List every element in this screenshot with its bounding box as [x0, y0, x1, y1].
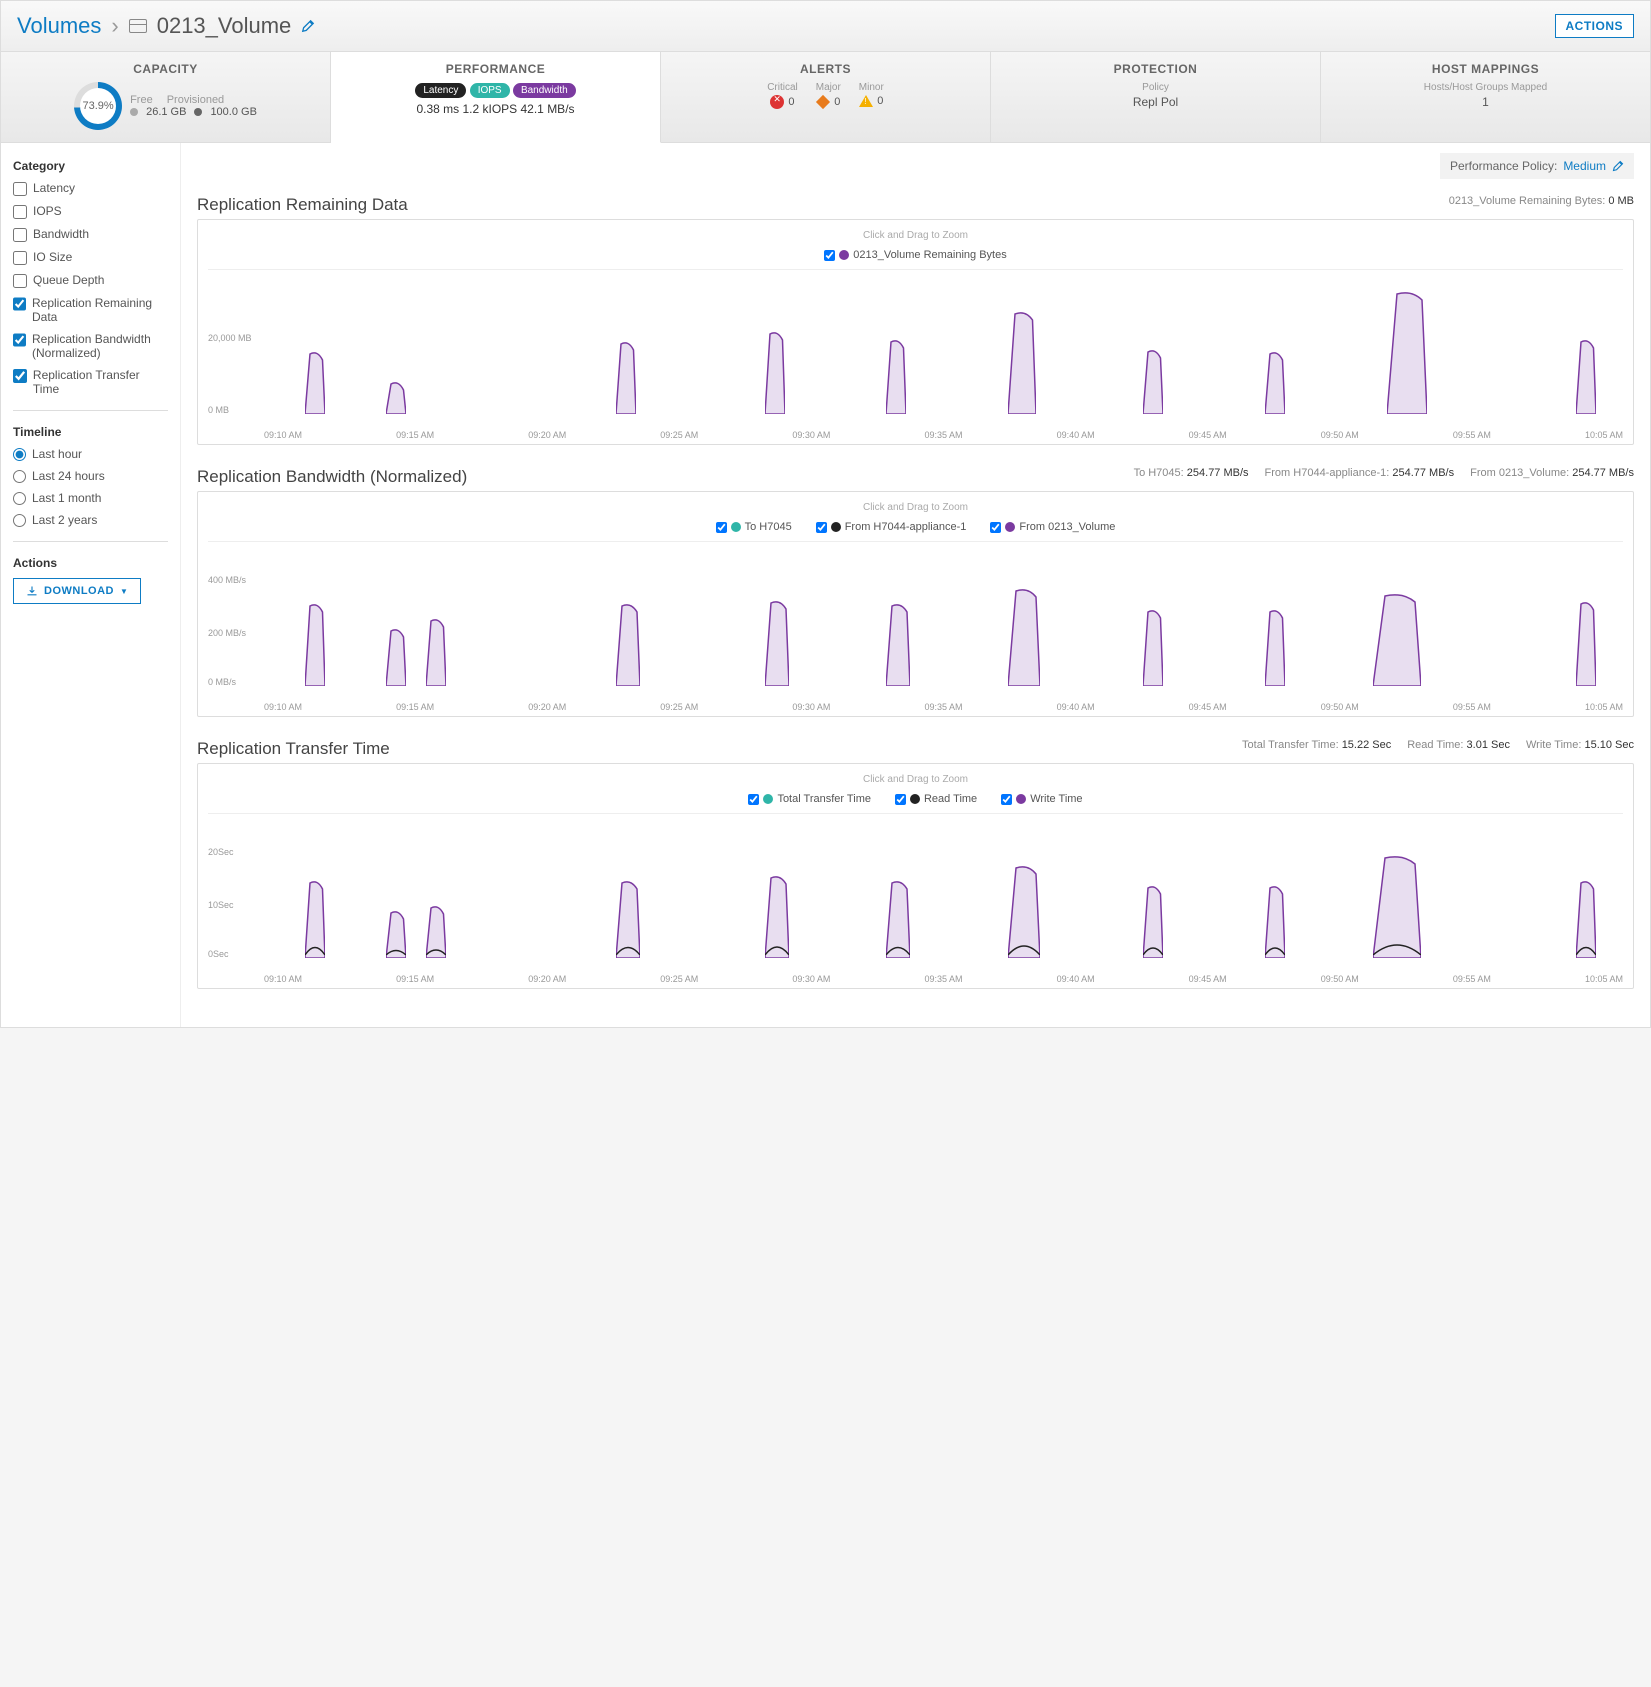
performance-values: 0.38 ms 1.2 kIOPS 42.1 MB/s: [339, 102, 652, 116]
category-iops[interactable]: IOPS: [13, 204, 168, 219]
minor-icon: [859, 95, 873, 107]
zoom-hint: Click and Drag to Zoom: [208, 226, 1623, 245]
legend-item[interactable]: Read Time: [895, 793, 977, 805]
timeline-heading: Timeline: [13, 425, 168, 439]
page-header: Volumes › 0213_Volume ACTIONS: [1, 1, 1650, 52]
latency-pill: Latency: [415, 83, 466, 98]
timeline-last-24-hours[interactable]: Last 24 hours: [13, 469, 168, 483]
category-latency[interactable]: Latency: [13, 181, 168, 196]
category-replication-bandwidth-normalized-[interactable]: Replication Bandwidth (Normalized): [13, 332, 168, 360]
tab-title: PROTECTION: [999, 62, 1312, 76]
tab-alerts[interactable]: ALERTS Critical0 Major0 Minor0: [661, 52, 991, 142]
performance-policy-bar: Performance Policy: Medium: [1440, 153, 1634, 179]
breadcrumb-name: 0213_Volume: [157, 13, 292, 39]
legend-item[interactable]: To H7045: [716, 521, 792, 533]
breadcrumb: Volumes › 0213_Volume: [17, 13, 315, 39]
zoom-hint: Click and Drag to Zoom: [208, 498, 1623, 517]
category-heading: Category: [13, 159, 168, 173]
legend-item[interactable]: Write Time: [1001, 793, 1082, 805]
dot-icon: [130, 108, 138, 116]
timeline-last-1-month[interactable]: Last 1 month: [13, 491, 168, 505]
chart-replication-transfer-time: Replication Transfer Time Total Transfer…: [197, 739, 1634, 989]
edit-icon[interactable]: [301, 19, 315, 33]
chart-replication-remaining: Replication Remaining Data 0213_Volume R…: [197, 195, 1634, 445]
category-replication-transfer-time[interactable]: Replication Transfer Time: [13, 368, 168, 396]
tab-protection[interactable]: PROTECTION PolicyRepl Pol: [991, 52, 1321, 142]
actions-heading: Actions: [13, 556, 168, 570]
capacity-donut: 73.9%: [74, 82, 122, 130]
actions-button[interactable]: ACTIONS: [1555, 14, 1635, 38]
breadcrumb-root[interactable]: Volumes: [17, 13, 101, 39]
critical-icon: [770, 95, 784, 109]
tab-capacity[interactable]: CAPACITY 73.9% FreeProvisioned 26.1 GB10…: [1, 52, 331, 142]
major-icon: [816, 95, 830, 109]
dot-icon: [194, 108, 202, 116]
iops-pill: IOPS: [470, 83, 510, 98]
chart-title: Replication Remaining Data: [197, 195, 408, 215]
chart-title: Replication Bandwidth (Normalized): [197, 467, 467, 487]
legend-item[interactable]: From H7044-appliance-1: [816, 521, 967, 533]
timeline-last-hour[interactable]: Last hour: [13, 447, 168, 461]
tab-title: ALERTS: [669, 62, 982, 76]
tab-title: HOST MAPPINGS: [1329, 62, 1642, 76]
chart-title: Replication Transfer Time: [197, 739, 390, 759]
tab-title: PERFORMANCE: [339, 62, 652, 76]
tab-title: CAPACITY: [9, 62, 322, 76]
legend-item[interactable]: From 0213_Volume: [990, 521, 1115, 533]
chevron-right-icon: ›: [111, 13, 118, 39]
policy-value[interactable]: Medium: [1563, 159, 1606, 173]
download-icon: [26, 585, 38, 597]
category-bandwidth[interactable]: Bandwidth: [13, 227, 168, 242]
chart-plot[interactable]: 20,000 MB 0 MB: [208, 278, 1623, 428]
timeline-last-2-years[interactable]: Last 2 years: [13, 513, 168, 527]
tab-host-mappings[interactable]: HOST MAPPINGS Hosts/Host Groups Mapped1: [1321, 52, 1650, 142]
download-button[interactable]: DOWNLOAD ▼: [13, 578, 141, 604]
tab-performance[interactable]: PERFORMANCE Latency IOPS Bandwidth 0.38 …: [331, 52, 661, 143]
bandwidth-pill: Bandwidth: [513, 83, 576, 98]
volume-icon: [129, 19, 147, 33]
chart-plot[interactable]: 400 MB/s 200 MB/s 0 MB/s: [208, 550, 1623, 700]
category-queue-depth[interactable]: Queue Depth: [13, 273, 168, 288]
chart-replication-bandwidth: Replication Bandwidth (Normalized) To H7…: [197, 467, 1634, 717]
sidebar: Category Latency IOPS Bandwidth IO Size Queu…: [1, 143, 181, 1027]
category-io-size[interactable]: IO Size: [13, 250, 168, 265]
legend-item[interactable]: 0213_Volume Remaining Bytes: [824, 249, 1006, 261]
edit-icon[interactable]: [1612, 160, 1624, 172]
legend-item[interactable]: Total Transfer Time: [748, 793, 871, 805]
zoom-hint: Click and Drag to Zoom: [208, 770, 1623, 789]
caret-down-icon: ▼: [120, 587, 128, 596]
main-content: Performance Policy: Medium Replication R…: [181, 143, 1650, 1027]
tab-strip: CAPACITY 73.9% FreeProvisioned 26.1 GB10…: [1, 52, 1650, 143]
chart-plot[interactable]: 20Sec 10Sec 0Sec: [208, 822, 1623, 972]
category-replication-remaining-data[interactable]: Replication Remaining Data: [13, 296, 168, 324]
